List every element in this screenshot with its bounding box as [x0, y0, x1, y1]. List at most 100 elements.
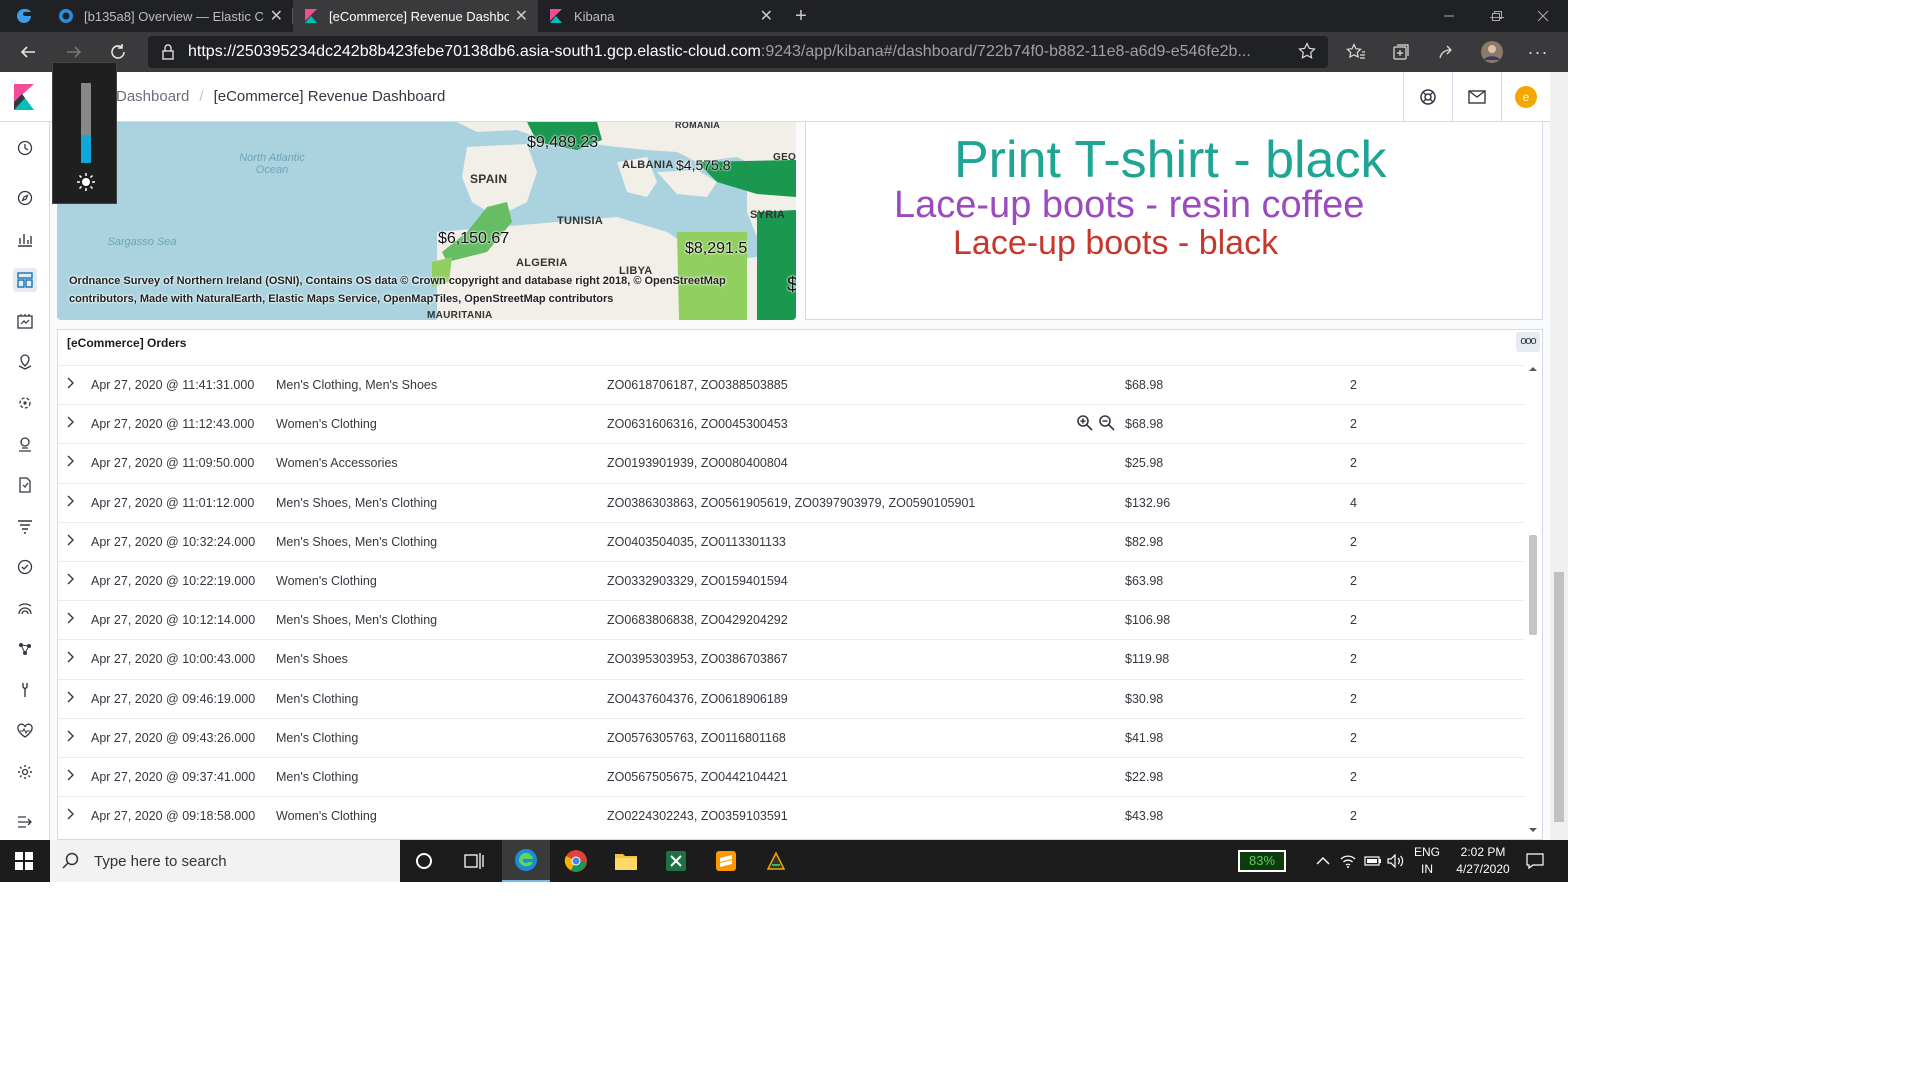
discover-compass-icon[interactable]	[13, 186, 37, 210]
share-icon[interactable]	[1430, 36, 1462, 68]
table-scrollbar-thumb[interactable]	[1529, 535, 1537, 635]
table-row[interactable]: Apr 27, 2020 @ 09:18:58.000 Women's Cloth…	[58, 796, 1524, 835]
tab-kibana[interactable]: Kibana ✕	[538, 0, 783, 32]
tab-close-icon[interactable]: ✕	[270, 6, 283, 26]
expand-row-chevron-icon[interactable]	[66, 690, 80, 707]
expand-row-chevron-icon[interactable]	[66, 729, 80, 746]
app-taskbar-icon[interactable]	[752, 840, 800, 882]
filter-for-value-zoom-in-icon[interactable]	[1076, 414, 1094, 432]
tag-cloud-word[interactable]: Lace-up boots - black	[953, 224, 1278, 263]
tab-ecommerce-dashboard[interactable]: [eCommerce] Revenue Dashboard ✕	[293, 0, 538, 32]
total-quantity-cell: 2	[1350, 378, 1357, 392]
table-row[interactable]: Apr 27, 2020 @ 10:22:19.000 Women's Cloth…	[58, 560, 1524, 600]
collapse-nav-icon[interactable]	[13, 810, 37, 834]
more-menu-icon[interactable]: ···	[1522, 36, 1554, 68]
graph-icon[interactable]	[13, 637, 37, 661]
table-row[interactable]: Apr 27, 2020 @ 11:09:50.000 Women's Acces…	[58, 443, 1524, 482]
restore-button[interactable]	[1474, 0, 1520, 32]
uptime-icon[interactable]	[13, 555, 37, 579]
wifi-icon[interactable]	[1340, 840, 1356, 882]
taskbar-search-box[interactable]: Type here to search	[50, 840, 400, 882]
page-scrollbar[interactable]	[1550, 72, 1568, 840]
show-hidden-icons-chevron-icon[interactable]	[1316, 840, 1330, 882]
help-icon[interactable]	[1416, 85, 1440, 109]
task-view-icon[interactable]	[450, 840, 498, 882]
input-language-indicator[interactable]: ENG IN	[1412, 844, 1442, 878]
user-avatar[interactable]: e	[1515, 86, 1537, 108]
back-button[interactable]	[12, 36, 44, 68]
expand-row-chevron-icon[interactable]	[66, 415, 80, 432]
table-scrollbar[interactable]	[1526, 365, 1540, 835]
table-row[interactable]: Apr 27, 2020 @ 11:12:43.000 Women's Cloth…	[58, 404, 1524, 443]
favorites-icon[interactable]	[1340, 36, 1372, 68]
expand-row-chevron-icon[interactable]	[66, 376, 80, 393]
cortana-icon[interactable]	[400, 840, 448, 882]
new-tab-button[interactable]: +	[783, 0, 819, 32]
favorite-star-icon[interactable]	[1298, 42, 1316, 65]
breadcrumb-dashboard-link[interactable]: Dashboard	[116, 88, 189, 105]
category-cell: Men's Clothing	[276, 769, 359, 784]
expand-row-chevron-icon[interactable]	[66, 807, 80, 824]
table-row[interactable]: Apr 27, 2020 @ 09:43:26.000 Men's Clothin…	[58, 717, 1524, 757]
management-gear-icon[interactable]	[13, 760, 37, 784]
maps-icon[interactable]	[13, 350, 37, 374]
expand-row-chevron-icon[interactable]	[66, 611, 80, 628]
battery-tray-icon[interactable]	[1364, 840, 1382, 882]
apm-icon[interactable]	[13, 514, 37, 538]
table-row[interactable]: Apr 27, 2020 @ 09:46:19.000 Men's Clothin…	[58, 678, 1524, 718]
table-row[interactable]: Apr 27, 2020 @ 10:12:14.000 Men's Shoes, …	[58, 600, 1524, 639]
volume-icon[interactable]	[1387, 840, 1405, 882]
map-country-label: MAURITANIA	[427, 310, 493, 320]
expand-row-chevron-icon[interactable]	[66, 572, 80, 589]
minimize-button[interactable]	[1426, 0, 1472, 32]
machine-learning-icon[interactable]	[13, 391, 37, 415]
edge-taskbar-icon[interactable]	[502, 840, 550, 882]
visualize-chart-icon[interactable]	[13, 227, 37, 251]
edge-tab-actions-icon[interactable]	[0, 0, 48, 32]
table-row[interactable]: Apr 27, 2020 @ 11:41:31.000 Men's Clothin…	[58, 365, 1524, 404]
table-row[interactable]: Apr 27, 2020 @ 10:00:43.000 Men's Shoes ZO…	[58, 639, 1524, 678]
dashboard-icon[interactable]	[13, 268, 37, 292]
panel-options-menu-button[interactable]: ooo	[1516, 332, 1540, 352]
sublime-text-icon[interactable]	[702, 840, 750, 882]
tag-cloud-word[interactable]: Print T-shirt - black	[954, 130, 1386, 190]
newsfeed-mail-icon[interactable]	[1465, 85, 1489, 109]
expand-row-chevron-icon[interactable]	[66, 533, 80, 550]
tag-cloud-word[interactable]: Lace-up boots - resin coffee	[894, 184, 1364, 227]
recently-viewed-clock-icon[interactable]	[13, 136, 37, 160]
file-explorer-icon[interactable]	[602, 840, 650, 882]
expand-row-chevron-icon[interactable]	[66, 454, 80, 471]
collections-icon[interactable]	[1385, 36, 1417, 68]
chrome-taskbar-icon[interactable]	[552, 840, 600, 882]
excel-taskbar-icon[interactable]	[652, 840, 700, 882]
start-button[interactable]	[0, 840, 48, 882]
table-row[interactable]: Apr 27, 2020 @ 11:01:12.000 Men's Shoes, …	[58, 482, 1524, 522]
page-scrollbar-thumb[interactable]	[1554, 572, 1564, 822]
dev-tools-wrench-icon[interactable]	[13, 678, 37, 702]
expand-row-chevron-icon[interactable]	[66, 650, 80, 667]
address-bar[interactable]: https://250395234dc242b8b423febe70138db6…	[148, 36, 1328, 68]
infrastructure-icon[interactable]	[13, 432, 37, 456]
table-row[interactable]: Apr 27, 2020 @ 09:37:41.000 Men's Clothin…	[58, 756, 1524, 796]
table-row[interactable]: Apr 27, 2020 @ 10:32:24.000 Men's Shoes, …	[58, 521, 1524, 561]
expand-row-chevron-icon[interactable]	[66, 768, 80, 785]
profile-avatar[interactable]	[1476, 36, 1508, 68]
close-window-button[interactable]	[1520, 0, 1566, 32]
clock-date: 4/27/2020	[1456, 862, 1510, 876]
expand-row-chevron-icon[interactable]	[66, 494, 80, 511]
stack-monitoring-heart-icon[interactable]	[13, 719, 37, 743]
lock-icon[interactable]	[148, 44, 188, 60]
filter-out-value-zoom-out-icon[interactable]	[1098, 414, 1116, 432]
system-clock[interactable]: 2:02 PM 4/27/2020	[1446, 844, 1520, 878]
region-map-panel[interactable]: $9,489.23 ROMANIA ALBANIA $4,575.8 GEO S…	[57, 122, 796, 320]
tab-close-icon[interactable]: ✕	[515, 6, 528, 26]
action-center-icon[interactable]	[1526, 840, 1544, 882]
kibana-logo-icon[interactable]	[12, 84, 36, 110]
canvas-icon[interactable]	[13, 309, 37, 333]
logs-icon[interactable]	[13, 473, 37, 497]
tab-close-icon[interactable]: ✕	[760, 6, 773, 26]
map-region-saudi[interactable]	[757, 210, 796, 320]
tab-elastic-cloud[interactable]: [b135a8] Overview — Elastic Cloud ✕	[48, 0, 293, 32]
order-date-cell: Apr 27, 2020 @ 11:12:43.000	[91, 417, 255, 432]
siem-icon[interactable]	[13, 596, 37, 620]
